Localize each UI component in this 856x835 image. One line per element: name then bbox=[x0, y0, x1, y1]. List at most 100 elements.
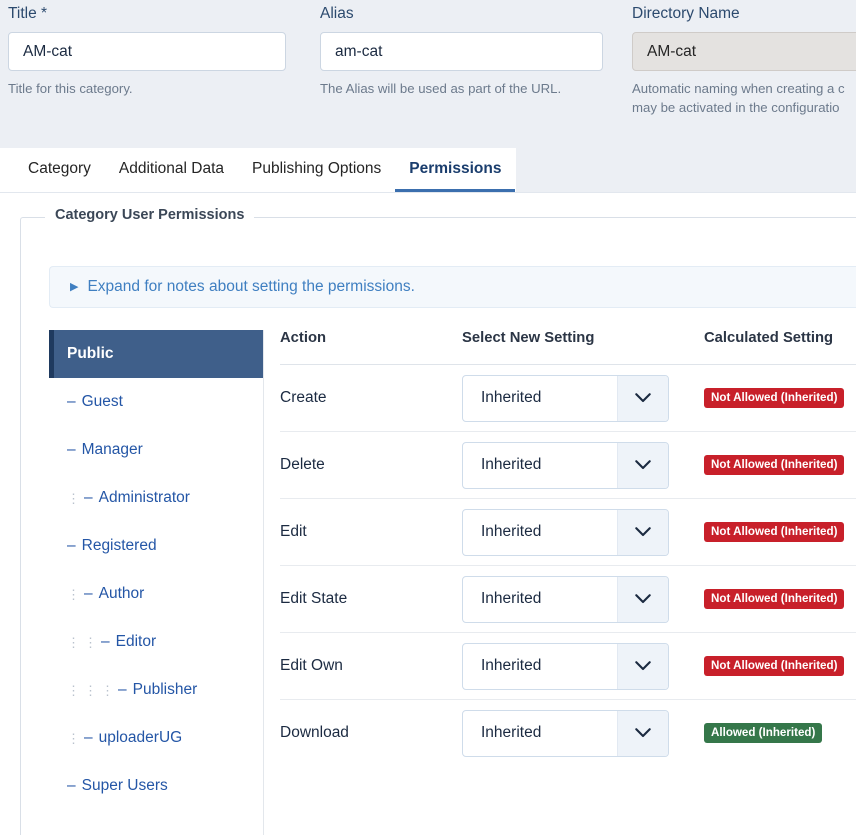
tree-dash-icon: – bbox=[84, 585, 93, 602]
chevron-down-icon bbox=[617, 442, 668, 488]
table-row: Edit Own Inherited Not Allowed (Inherited) bbox=[280, 632, 856, 700]
permission-select-delete[interactable]: Inherited bbox=[462, 441, 669, 489]
permission-select-edit-state[interactable]: Inherited bbox=[462, 575, 669, 623]
triangle-right-icon: ▶ bbox=[70, 280, 79, 293]
group-tree-item-label: Guest bbox=[81, 393, 123, 410]
cell-select-new-setting: Inherited bbox=[462, 565, 704, 633]
group-tree-item[interactable]: ⋮ – Administrator bbox=[49, 474, 263, 522]
permissions-table-body: Create Inherited Not Allowed (Inherited) De… bbox=[280, 364, 856, 767]
group-tree-item-label: Publisher bbox=[132, 681, 198, 698]
tree-dash-icon: – bbox=[67, 777, 76, 794]
group-tree-item-label: Editor bbox=[115, 633, 157, 650]
table-row: Edit Inherited Not Allowed (Inherited) bbox=[280, 498, 856, 566]
column-header-calculated-setting: Calculated Setting bbox=[704, 330, 856, 365]
tab-publishing-options[interactable]: Publishing Options bbox=[238, 148, 395, 192]
group-tree-item-label: Author bbox=[98, 585, 145, 602]
tree-dash-icon: – bbox=[67, 393, 76, 410]
permission-select-download[interactable]: Inherited bbox=[462, 709, 669, 757]
cell-action: Edit State bbox=[280, 565, 462, 633]
user-group-tree: Public – Guest – Manager ⋮ – Administrator – Regi… bbox=[49, 330, 264, 835]
action-label: Edit bbox=[280, 523, 307, 540]
tree-guide-icon: ⋮ bbox=[67, 730, 80, 746]
directory-name-label: Directory Name bbox=[632, 5, 740, 22]
field-group-alias: Alias The Alias will be used as part of … bbox=[320, 0, 603, 98]
group-tree-item-label: Administrator bbox=[98, 489, 190, 506]
cell-action: Create bbox=[280, 364, 462, 432]
tree-dash-icon: – bbox=[67, 537, 76, 554]
expand-notes-label: Expand for notes about setting the permi… bbox=[87, 278, 415, 295]
group-tree-item[interactable]: – Registered bbox=[49, 522, 263, 570]
action-label: Edit Own bbox=[280, 657, 343, 674]
permission-select-value: Inherited bbox=[481, 456, 542, 473]
permission-select-value: Inherited bbox=[481, 389, 542, 406]
chevron-down-icon bbox=[617, 509, 668, 555]
tree-dash-icon: – bbox=[101, 633, 110, 650]
category-user-permissions-fieldset: Category User Permissions ▶ Expand for n… bbox=[20, 207, 856, 835]
cell-action: Edit Own bbox=[280, 632, 462, 700]
group-tree-item-label: Super Users bbox=[81, 777, 168, 794]
permissions-table: Action Select New Setting Calculated Set… bbox=[280, 330, 856, 767]
chevron-down-icon bbox=[617, 710, 668, 756]
title-help-text: Title for this category. bbox=[8, 81, 133, 96]
alias-help-text: The Alias will be used as part of the UR… bbox=[320, 81, 562, 96]
fieldset-legend: Category User Permissions bbox=[45, 207, 255, 223]
status-badge: Not Allowed (Inherited) bbox=[704, 521, 845, 543]
group-tree-item[interactable]: – Super Users bbox=[49, 762, 263, 810]
group-tree-item[interactable]: ⋮ ⋮ ⋮ – Publisher bbox=[49, 666, 263, 714]
permission-select-edit-own[interactable]: Inherited bbox=[462, 642, 669, 690]
group-tree-item[interactable]: ⋮ – Author bbox=[49, 570, 263, 618]
status-badge: Not Allowed (Inherited) bbox=[704, 454, 845, 476]
tabstrip: Category Additional Data Publishing Opti… bbox=[0, 148, 516, 192]
expand-notes-toggle[interactable]: ▶ Expand for notes about setting the per… bbox=[49, 266, 856, 308]
tree-dash-icon: – bbox=[118, 681, 127, 698]
tab-permissions[interactable]: Permissions bbox=[395, 148, 516, 192]
cell-calculated-setting: Not Allowed (Inherited) bbox=[704, 498, 856, 566]
action-label: Delete bbox=[280, 456, 325, 473]
tabstrip-container: Category Additional Data Publishing Opti… bbox=[0, 148, 856, 192]
permission-select-create[interactable]: Inherited bbox=[462, 374, 669, 422]
tree-dash-icon: – bbox=[84, 729, 93, 746]
group-tree-item[interactable]: – Guest bbox=[49, 378, 263, 426]
title-input[interactable] bbox=[8, 32, 286, 71]
cell-select-new-setting: Inherited bbox=[462, 632, 704, 700]
group-tree-item[interactable]: Public bbox=[49, 330, 263, 378]
tab-category[interactable]: Category bbox=[14, 148, 105, 192]
chevron-down-icon bbox=[617, 375, 668, 421]
group-tree-item[interactable]: ⋮ – uploaderUG bbox=[49, 714, 263, 762]
table-header-row: Action Select New Setting Calculated Set… bbox=[280, 330, 856, 365]
group-tree-item-label: Public bbox=[67, 345, 114, 362]
tab-additional-data[interactable]: Additional Data bbox=[105, 148, 238, 192]
tree-dash-icon: – bbox=[84, 489, 93, 506]
tree-guide-icon: ⋮ bbox=[67, 586, 80, 602]
group-tree-item[interactable]: ⋮ ⋮ – Editor bbox=[49, 618, 263, 666]
status-badge: Not Allowed (Inherited) bbox=[704, 655, 845, 677]
group-tree-item-label: Manager bbox=[81, 441, 143, 458]
group-tree-item-label: Registered bbox=[81, 537, 157, 554]
cell-select-new-setting: Inherited bbox=[462, 498, 704, 566]
field-group-directory-name: Directory Name Automatic naming when cre… bbox=[632, 0, 856, 117]
chevron-down-icon bbox=[617, 643, 668, 689]
cell-action: Edit bbox=[280, 498, 462, 566]
status-badge: Not Allowed (Inherited) bbox=[704, 387, 845, 409]
cell-select-new-setting: Inherited bbox=[462, 431, 704, 499]
column-header-action: Action bbox=[280, 330, 462, 365]
tree-guide-icon: ⋮ ⋮ bbox=[67, 634, 97, 650]
column-header-select-new-setting: Select New Setting bbox=[462, 330, 704, 365]
permission-select-value: Inherited bbox=[481, 523, 542, 540]
cell-action: Delete bbox=[280, 431, 462, 499]
category-header-form: Title * Title for this category. Alias T… bbox=[0, 0, 856, 148]
chevron-down-icon bbox=[617, 576, 668, 622]
status-badge: Not Allowed (Inherited) bbox=[704, 588, 845, 610]
tree-dash-icon: – bbox=[67, 441, 76, 458]
group-tree-item[interactable]: – Manager bbox=[49, 426, 263, 474]
title-label: Title * bbox=[8, 5, 48, 22]
action-label: Create bbox=[280, 389, 327, 406]
permission-select-edit[interactable]: Inherited bbox=[462, 508, 669, 556]
alias-input[interactable] bbox=[320, 32, 603, 71]
tree-guide-icon: ⋮ bbox=[67, 490, 80, 506]
table-row: Download Inherited Allowed (Inherited) bbox=[280, 700, 856, 767]
cell-calculated-setting: Not Allowed (Inherited) bbox=[704, 565, 856, 633]
directory-name-help-text: Automatic naming when creating a c may be… bbox=[632, 81, 845, 115]
field-group-title: Title * Title for this category. bbox=[8, 0, 286, 98]
permissions-table-container: Action Select New Setting Calculated Set… bbox=[264, 330, 856, 835]
